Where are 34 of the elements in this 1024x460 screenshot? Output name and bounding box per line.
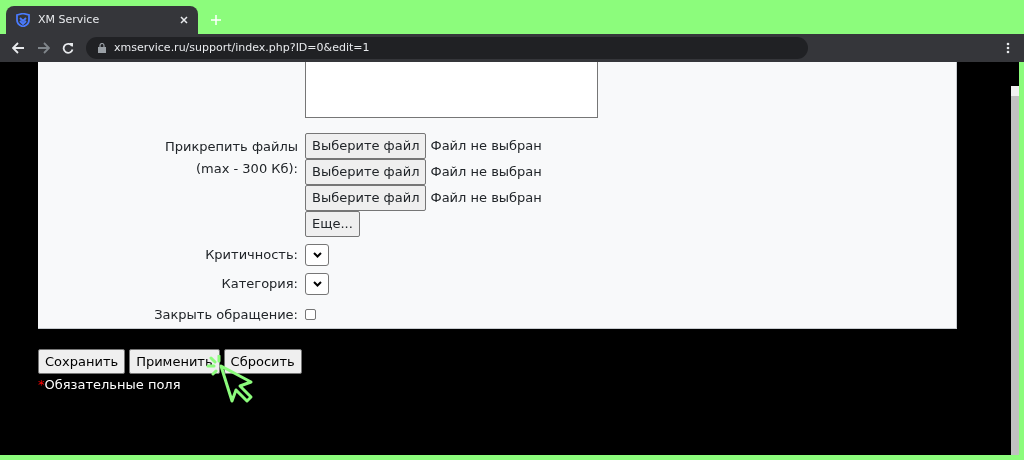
browser-tab[interactable]: XM Service — [6, 6, 198, 34]
attach-files-label: (max - 300 Кб): — [196, 160, 298, 178]
choose-file-button[interactable]: Выберите файл — [305, 133, 427, 159]
select-label: Критичность: — [205, 246, 298, 265]
dropdown[interactable] — [305, 244, 329, 266]
file-status: Файл не выбран — [430, 137, 542, 156]
choose-file-button[interactable]: Выберите файл — [305, 185, 427, 211]
url-text: xmservice.ru/support/index.php?ID=0&edit=1 — [114, 39, 370, 56]
lock-icon — [98, 43, 106, 53]
form-button[interactable]: Применить — [129, 349, 220, 374]
tab-title: XM Service — [38, 11, 101, 28]
dropdown[interactable] — [305, 273, 329, 295]
shield-logo-icon — [16, 13, 30, 27]
chevron-down-icon — [312, 252, 322, 258]
required-mark: * — [38, 376, 45, 394]
close-ticket-label: Закрыть обращение: — [154, 306, 298, 324]
attach-files-label: Прикрепить файлы — [165, 138, 298, 156]
more-button[interactable]: Еще... — [305, 211, 360, 237]
form-button[interactable]: Сбросить — [223, 349, 302, 374]
close-icon[interactable] — [180, 16, 188, 24]
form-button[interactable]: Сохранить — [38, 349, 126, 374]
address-bar[interactable]: xmservice.ru/support/index.php?ID=0&edit=1 — [86, 37, 808, 59]
chevron-down-icon — [312, 281, 322, 287]
choose-file-button[interactable]: Выберите файл — [305, 159, 427, 185]
menu-icon[interactable] — [1006, 42, 1010, 54]
back-arrow-icon[interactable] — [12, 42, 25, 54]
select-label: Категория: — [221, 275, 298, 294]
file-status: Файл не выбран — [430, 163, 542, 182]
forward-arrow-icon[interactable] — [37, 42, 50, 54]
text-area[interactable] — [305, 62, 598, 118]
required-note: Обязательные поля — [44, 376, 181, 394]
file-status: Файл не выбран — [430, 189, 542, 208]
reload-icon[interactable] — [62, 42, 74, 54]
close-ticket-checkbox[interactable] — [305, 309, 316, 321]
